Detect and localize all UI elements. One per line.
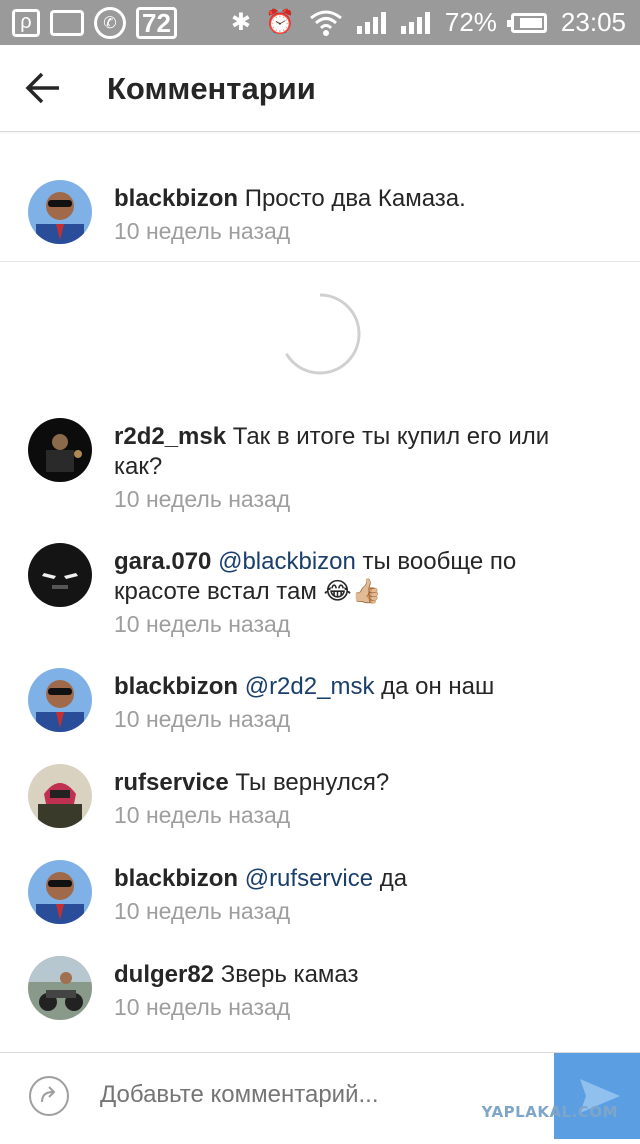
p-app-icon: ρ — [12, 8, 40, 37]
phone-icon: ✆ — [94, 6, 126, 39]
comment-item: gara.070 @blackbizon ты вообще по красот… — [0, 543, 640, 643]
alarm-icon: ⏰ — [264, 9, 295, 36]
comment-item: rufservice Ты вернулся? 10 недель назад — [0, 764, 640, 844]
clock: 23:05 — [560, 7, 626, 37]
comment-input-bar: YAPLAKAL.COM — [0, 1052, 640, 1139]
page-title: Комментарии — [107, 71, 316, 106]
comment-item: blackbizon @r2d2_msk да он наш 10 недель… — [0, 668, 640, 748]
timestamp: 10 недель назад — [114, 802, 291, 828]
wifi-icon — [309, 10, 342, 36]
comment-body: Ты вернулся? — [228, 769, 390, 796]
avatar[interactable] — [28, 418, 92, 482]
signal-icon — [356, 11, 386, 34]
comment-body: Зверь камаз — [214, 961, 359, 988]
timestamp: 10 недель назад — [114, 611, 291, 637]
battery-percent: 72% — [444, 7, 497, 37]
comment-item: r2d2_msk Так в итоге ты купил его или ка… — [0, 418, 640, 518]
avatar[interactable] — [28, 956, 92, 1020]
comment-text: rufservice Ты вернулся? — [114, 768, 600, 798]
bluetooth-icon: ✱ — [230, 9, 251, 36]
timestamp: 10 недель назад — [114, 218, 291, 244]
comment-body: да — [373, 865, 408, 892]
username-link[interactable]: rufservice — [114, 769, 229, 796]
watermark: YAPLAKAL.COM — [481, 1103, 618, 1121]
mention-link[interactable]: @rufservice — [238, 865, 373, 892]
battery-icon — [506, 12, 547, 33]
arrow-left-icon[interactable] — [24, 70, 62, 106]
status-bar: ρ ✆ 72 ✱ ⏰ 72% 23:05 — [0, 0, 640, 45]
mention-link[interactable]: @blackbizon — [211, 548, 356, 575]
comment-text: dulger82 Зверь камаз — [114, 960, 600, 990]
comment-text: blackbizon @r2d2_msk да он наш — [114, 672, 600, 702]
username-link[interactable]: r2d2_msk — [114, 423, 226, 450]
share-arrow-icon[interactable] — [28, 1075, 70, 1117]
avatar[interactable] — [28, 180, 92, 244]
caption-body: Просто два Камаза. — [238, 185, 466, 212]
username-link[interactable]: blackbizon — [114, 865, 238, 892]
timestamp: 10 недель назад — [114, 994, 291, 1020]
caption: blackbizon Просто два Камаза. 10 недель … — [0, 180, 640, 260]
caption-text: blackbizon Просто два Камаза. — [114, 184, 600, 214]
send-icon — [580, 1079, 620, 1113]
loading-spinner-icon — [278, 292, 361, 375]
gallery-icon — [50, 9, 84, 36]
notification-count-badge: 72 — [136, 6, 177, 39]
comment-text: r2d2_msk Так в итоге ты купил его или ка… — [114, 422, 600, 482]
avatar[interactable] — [28, 543, 92, 607]
timestamp: 10 недель назад — [114, 898, 291, 924]
avatar[interactable] — [28, 668, 92, 732]
comment-text: gara.070 @blackbizon ты вообще по красот… — [114, 547, 600, 607]
comment-item: blackbizon @rufservice да 10 недель наза… — [0, 860, 640, 940]
divider — [0, 261, 640, 262]
username-link[interactable]: blackbizon — [114, 185, 238, 212]
timestamp: 10 недель назад — [114, 486, 291, 512]
avatar[interactable] — [28, 764, 92, 828]
username-link[interactable]: gara.070 — [114, 548, 211, 575]
username-link[interactable]: blackbizon — [114, 673, 238, 700]
comment-input[interactable] — [100, 1081, 540, 1109]
mention-link[interactable]: @r2d2_msk — [238, 673, 375, 700]
comment-body: да он наш — [374, 673, 495, 700]
avatar[interactable] — [28, 860, 92, 924]
timestamp: 10 недель назад — [114, 706, 291, 732]
comment-item: dulger82 Зверь камаз 10 недель назад — [0, 956, 640, 1036]
username-link[interactable]: dulger82 — [114, 961, 214, 988]
app-header: Комментарии — [0, 45, 640, 132]
signal2-icon — [400, 11, 430, 34]
comment-text: blackbizon @rufservice да — [114, 864, 600, 894]
send-button[interactable] — [554, 1053, 640, 1139]
